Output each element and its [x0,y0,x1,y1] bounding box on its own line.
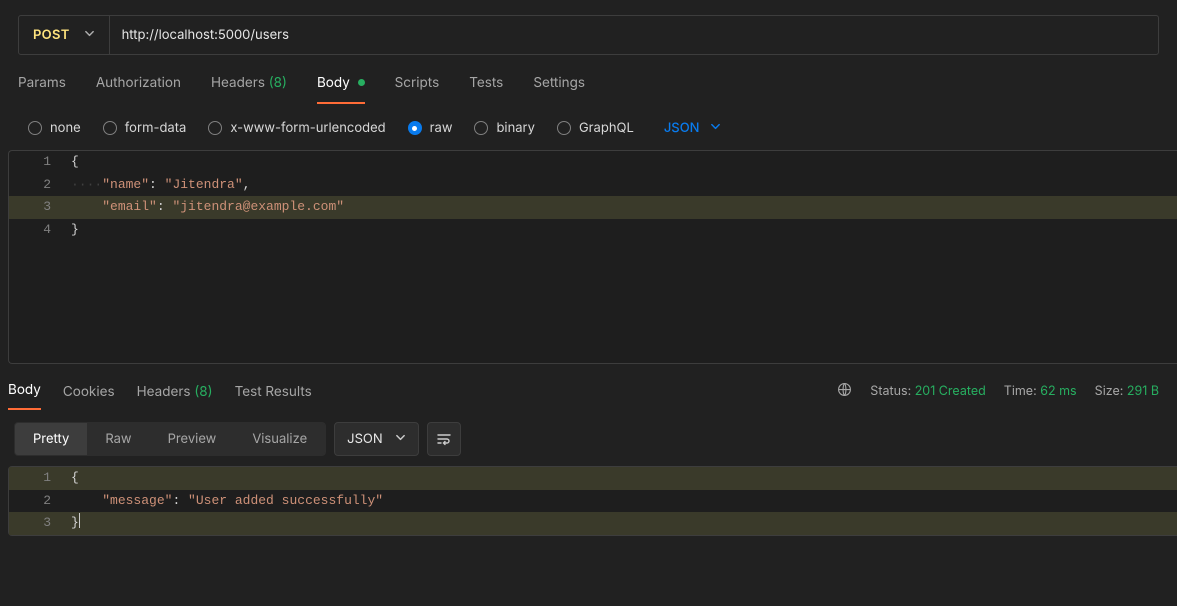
seg-raw[interactable]: Raw [87,423,149,455]
code-line: } [69,512,80,535]
radio-urlencoded-label: x-www-form-urlencoded [230,120,385,136]
tab-headers[interactable]: Headers (8) [211,75,287,104]
request-body-editor[interactable]: 1 { 2 ····"name": "Jitendra", 3 "email":… [8,150,1177,364]
seg-preview[interactable]: Preview [150,423,235,455]
tab-params[interactable]: Params [18,75,66,104]
tab-settings[interactable]: Settings [533,75,585,104]
lineno: 1 [9,467,69,490]
response-format-label: JSON [347,431,383,447]
code-line: } [69,219,79,242]
seg-pretty[interactable]: Pretty [15,423,87,455]
lineno: 3 [9,196,69,219]
response-format-dropdown[interactable]: JSON [334,422,419,456]
globe-icon[interactable] [837,382,852,401]
request-bar: POST http://localhost:5000/users [18,15,1159,55]
response-view-mode: Pretty Raw Preview Visualize [14,422,326,456]
url-input[interactable]: http://localhost:5000/users [110,16,1158,54]
body-type-row: none form-data x-www-form-urlencoded raw… [0,104,1177,150]
tab-scripts[interactable]: Scripts [395,75,440,104]
tab-body-label: Body [317,75,350,91]
url-text: http://localhost:5000/users [122,27,289,43]
radio-raw[interactable]: raw [408,120,453,136]
tab-tests[interactable]: Tests [469,75,503,104]
response-tabs: Body Cookies Headers (8) Test Results [8,372,312,410]
headers-count: (8) [269,75,287,91]
radio-graphql-label: GraphQL [579,120,634,136]
tab-authorization[interactable]: Authorization [96,75,181,104]
code-line: ····"name": "Jitendra", [69,174,250,197]
radio-form-data-label: form-data [125,120,187,136]
chevron-down-icon [84,27,95,43]
resp-tab-headers-label: Headers [137,384,191,400]
radio-form-data[interactable]: form-data [103,120,187,136]
resp-headers-count: (8) [194,384,212,400]
radio-none[interactable]: none [28,120,81,136]
code-line: { [69,467,79,490]
wrap-lines-button[interactable] [427,422,461,456]
body-format-dropdown[interactable]: JSON [664,120,721,136]
lineno: 2 [9,174,69,197]
lineno: 2 [9,490,69,513]
code-line: { [69,151,79,174]
radio-binary-label: binary [496,120,535,136]
body-format-label: JSON [664,120,700,136]
resp-tab-body[interactable]: Body [8,382,41,410]
radio-binary[interactable]: binary [474,120,535,136]
resp-tab-headers[interactable]: Headers (8) [137,384,213,410]
radio-urlencoded[interactable]: x-www-form-urlencoded [208,120,385,136]
lineno: 4 [9,219,69,242]
http-method-dropdown[interactable]: POST [19,16,110,54]
request-tabs: Params Authorization Headers (8) Body Sc… [0,55,1177,104]
resp-tab-test-results[interactable]: Test Results [235,384,312,410]
resp-tab-cookies[interactable]: Cookies [63,384,115,410]
http-method-label: POST [33,27,70,43]
radio-raw-label: raw [430,120,453,136]
tab-headers-label: Headers [211,75,265,91]
lineno: 1 [9,151,69,174]
time: Time: 62 ms [1004,384,1077,399]
response-header: Body Cookies Headers (8) Test Results St… [0,372,1177,410]
tab-body[interactable]: Body [317,75,365,104]
seg-visualize[interactable]: Visualize [234,423,325,455]
chevron-down-icon [395,431,406,447]
code-line: "message": "User added successfully" [69,490,383,513]
radio-graphql[interactable]: GraphQL [557,120,634,136]
code-line: "email": "jitendra@example.com" [69,196,344,219]
size: Size: 291 B [1095,384,1159,399]
text-cursor [79,513,80,528]
response-toolbar: Pretty Raw Preview Visualize JSON [0,410,1177,466]
lineno: 3 [9,512,69,535]
radio-none-label: none [50,120,81,136]
status: Status: 201 Created [870,384,985,399]
response-body-viewer[interactable]: 1 { 2 "message": "User added successfull… [8,466,1177,536]
body-indicator-icon [358,79,365,86]
chevron-down-icon [710,120,721,136]
response-meta: Status: 201 Created Time: 62 ms Size: 29… [837,382,1159,401]
